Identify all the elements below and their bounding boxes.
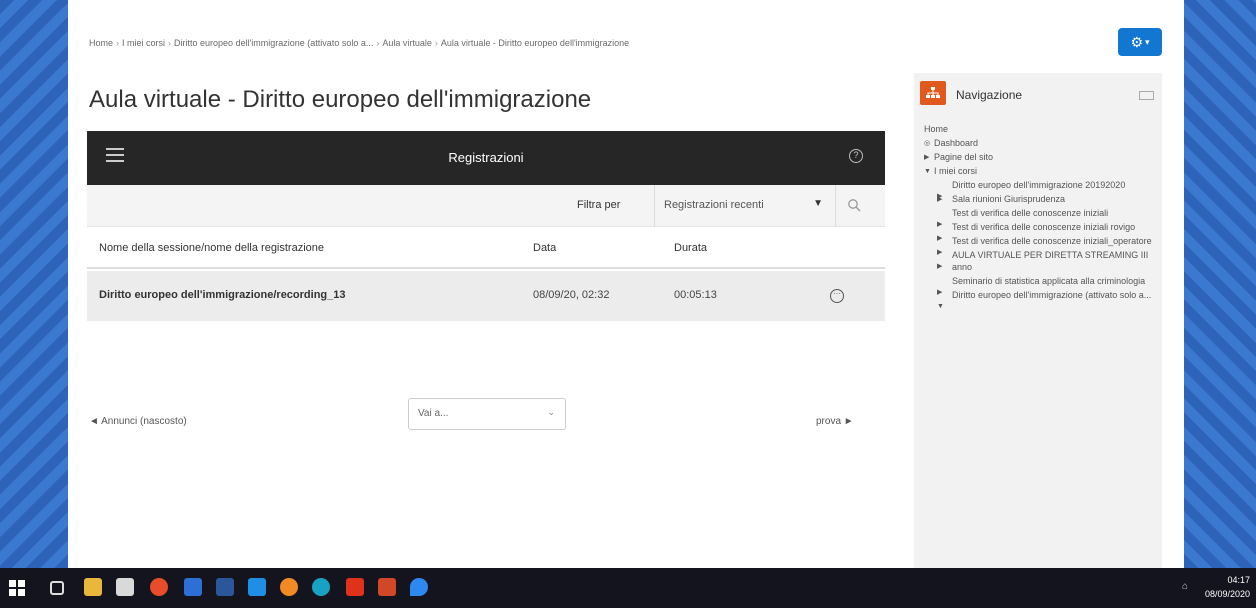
recordings-header: Registrazioni ? xyxy=(87,131,885,185)
recording-name[interactable]: Diritto europeo dell'immigrazione/record… xyxy=(99,289,346,301)
filter-label: Filtra per xyxy=(577,199,621,211)
collapse-arrow-icon: ▼ xyxy=(937,303,944,310)
search-icon[interactable] xyxy=(847,198,861,212)
recordings-table-header: Nome della sessione/nome della registraz… xyxy=(87,227,885,269)
navigation-title: Navigazione xyxy=(956,88,1023,102)
task-view-icon[interactable] xyxy=(50,581,64,595)
nav-item-course[interactable]: ▶ Test di verifica delle conoscenze inizi… xyxy=(924,235,1156,256)
nav-item-course[interactable]: ▶ Sala riunioni Giurisprudenza xyxy=(924,193,1156,205)
windows-taskbar: ⌂ 04:17 08/09/2020 xyxy=(0,568,1256,608)
system-clock[interactable]: 04:17 08/09/2020 xyxy=(1205,573,1250,601)
clock-time: 04:17 xyxy=(1227,575,1250,585)
nav-item-course[interactable]: ▶ Test di verifica delle conoscenze inizi… xyxy=(924,207,1156,228)
dock-block-icon[interactable] xyxy=(1139,91,1154,100)
browser-page: Home › I miei corsi › Diritto europeo dell'i… xyxy=(68,0,1184,568)
breadcrumb-home[interactable]: Home xyxy=(89,38,113,48)
navigation-block: Navigazione Home ◎ Dashboard ▶ Pagine del … xyxy=(914,73,1162,568)
recording-duration: 00:05:13 xyxy=(674,289,717,301)
calendar-app-icon[interactable] xyxy=(248,578,266,596)
column-header-name[interactable]: Nome della sessione/nome della registraz… xyxy=(99,242,324,254)
breadcrumb-course[interactable]: Diritto europeo dell'immigrazione (attiv… xyxy=(174,38,373,48)
nav-item-course[interactable]: ▶ Diritto europeo dell'immigrazione 20192… xyxy=(924,179,1156,200)
settings-menu-button[interactable]: ⚙ ▾ xyxy=(1118,28,1162,56)
breadcrumb-my-courses[interactable]: I miei corsi xyxy=(122,38,165,48)
store-icon[interactable] xyxy=(116,578,134,596)
column-header-date[interactable]: Data xyxy=(533,242,556,254)
filter-bar: Filtra per Registrazioni recenti ▼ xyxy=(87,185,885,227)
windows-start-icon[interactable] xyxy=(9,580,25,596)
chevron-down-icon: ⌄ xyxy=(547,407,555,417)
sitemap-icon xyxy=(920,81,946,105)
expand-arrow-icon: ▶ xyxy=(937,196,943,203)
app-icon[interactable] xyxy=(184,578,202,596)
nav-item-course[interactable]: ▶ AULA VIRTUALE PER DIRETTA STREAMING III… xyxy=(924,249,1156,273)
caret-down-icon: ▾ xyxy=(1145,36,1150,47)
chrome-icon[interactable] xyxy=(150,578,168,596)
nav-item-dashboard[interactable]: ◎ Dashboard xyxy=(924,137,1156,149)
help-icon[interactable]: ? xyxy=(849,149,863,163)
nav-item-my-courses[interactable]: ▼ I miei corsi xyxy=(924,165,1156,177)
gear-icon: ⚙ xyxy=(1130,33,1144,50)
page-title: Aula virtuale - Diritto europeo dell'imm… xyxy=(89,86,592,113)
breadcrumb-virtual-room[interactable]: Aula virtuale xyxy=(382,38,432,48)
more-options-icon[interactable]: ··· xyxy=(830,289,844,303)
powerpoint-icon[interactable] xyxy=(378,578,396,596)
navigation-tree: Home ◎ Dashboard ▶ Pagine del sito ▼ I miei… xyxy=(924,123,1156,310)
nav-item-site-pages[interactable]: ▶ Pagine del sito xyxy=(924,151,1156,163)
nav-item-current-course[interactable]: ▼ Diritto europeo dell'immigrazione (atti… xyxy=(924,289,1156,310)
file-explorer-icon[interactable] xyxy=(84,578,102,596)
edge-icon[interactable] xyxy=(312,578,330,596)
droplet-app-icon[interactable] xyxy=(410,578,428,596)
filter-value: Registrazioni recenti xyxy=(664,199,764,211)
previous-activity-link[interactable]: ◄ Annunci (nascosto) xyxy=(89,416,187,427)
filter-select[interactable]: Registrazioni recenti ▼ xyxy=(654,185,836,227)
navigation-block-header: Navigazione xyxy=(914,73,1162,117)
table-row[interactable]: Diritto europeo dell'immigrazione/record… xyxy=(87,271,885,321)
word-icon[interactable] xyxy=(216,578,234,596)
jump-to-placeholder: Vai a... xyxy=(418,408,449,419)
caret-down-icon: ▼ xyxy=(813,198,823,209)
expand-arrow-icon: ▶ xyxy=(937,263,943,270)
next-activity-link[interactable]: prova ► xyxy=(816,416,854,427)
desktop-wallpaper-left xyxy=(0,0,68,568)
breadcrumb: Home › I miei corsi › Diritto europeo dell'i… xyxy=(89,38,630,48)
breadcrumb-current: Aula virtuale - Diritto europeo dell'imm… xyxy=(440,38,630,48)
firefox-icon[interactable] xyxy=(280,578,298,596)
collapse-arrow-icon: ▼ xyxy=(924,168,931,175)
jump-to-select[interactable]: Vai a... ⌄ xyxy=(408,398,566,430)
nav-item-course[interactable]: ▶ Test di verifica delle conoscenze inizi… xyxy=(924,221,1156,242)
recording-date: 08/09/20, 02:32 xyxy=(533,289,610,301)
acrobat-icon[interactable] xyxy=(346,578,364,596)
dashboard-icon: ◎ xyxy=(924,140,931,147)
desktop-wallpaper-right xyxy=(1184,0,1256,568)
expand-arrow-icon: ▶ xyxy=(924,154,930,161)
network-icon[interactable]: ⌂ xyxy=(1182,581,1188,592)
column-header-duration[interactable]: Durata xyxy=(674,242,707,254)
nav-item-home[interactable]: Home xyxy=(924,123,1156,135)
nav-item-course[interactable]: ▶ Seminario di statistica applicata alla … xyxy=(924,275,1156,296)
recordings-title: Registrazioni xyxy=(448,150,524,165)
clock-date: 08/09/2020 xyxy=(1204,589,1250,599)
